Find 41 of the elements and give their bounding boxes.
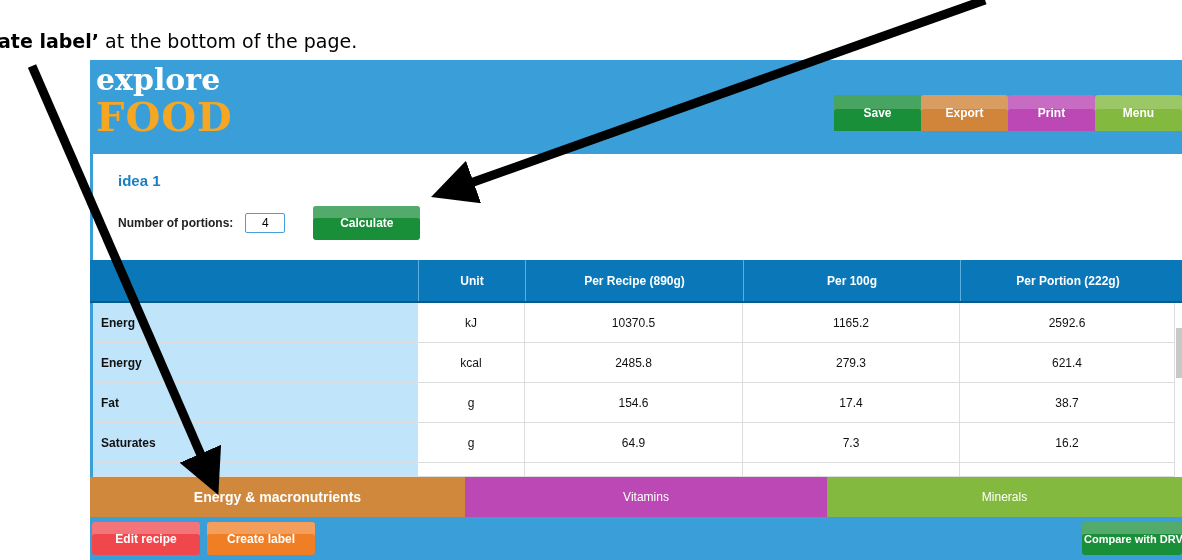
table-cell: 621.4 [960, 343, 1175, 384]
table-cell: 154.6 [525, 383, 743, 424]
column-header: Per Portion (222g) [960, 260, 1175, 302]
table-cell: g [418, 423, 525, 464]
tab[interactable]: Minerals [827, 477, 1182, 518]
table-cell: kJ [418, 303, 525, 344]
row-label: Energ [93, 303, 418, 344]
tab[interactable]: Vitamins [465, 477, 827, 518]
row-label: Saturates [93, 423, 418, 464]
footer-button[interactable]: Edit recipe [92, 522, 200, 556]
footer-button[interactable]: Create label [207, 522, 315, 556]
toolbar-button[interactable]: Menu [1095, 95, 1182, 131]
column-header: Unit [418, 260, 525, 302]
table-cell: 2485.8 [525, 343, 743, 384]
table-cell: 16.2 [960, 423, 1175, 464]
tab[interactable]: Energy & macronutrients [90, 477, 465, 518]
table-cell: 7.3 [743, 423, 960, 464]
logo-text: explore [96, 64, 221, 96]
table-cell: 10370.5 [525, 303, 743, 344]
toolbar-button[interactable]: Export [921, 95, 1008, 131]
table-cell: 38.7 [960, 383, 1175, 424]
column-header: Per Recipe (890g) [525, 260, 743, 302]
logo-text: FOOD [96, 96, 233, 138]
compare-button[interactable]: Compare with DRV [1082, 522, 1182, 556]
portions-field[interactable]: 4 [245, 213, 286, 234]
scrollbar[interactable] [1176, 328, 1182, 379]
toolbar-button[interactable]: Print [1008, 95, 1095, 131]
table-cell: kcal [418, 343, 525, 384]
row-label: Fat [93, 383, 418, 424]
calculate-button[interactable]: Calculate [313, 206, 421, 241]
table-cell: 17.4 [743, 383, 960, 424]
column-header: Per 100g [743, 260, 960, 302]
table-cell: 64.9 [525, 423, 743, 464]
table-cell: 279.3 [743, 343, 960, 384]
recipe-title: idea 1 [118, 171, 162, 192]
toolbar-button[interactable]: Save [834, 95, 921, 131]
row-label: Energy [93, 343, 418, 384]
table-cell: g [418, 383, 525, 424]
portions-label: Number of portions: [118, 216, 234, 231]
table-cell: 2592.6 [960, 303, 1175, 344]
table-cell: 1165.2 [743, 303, 960, 344]
